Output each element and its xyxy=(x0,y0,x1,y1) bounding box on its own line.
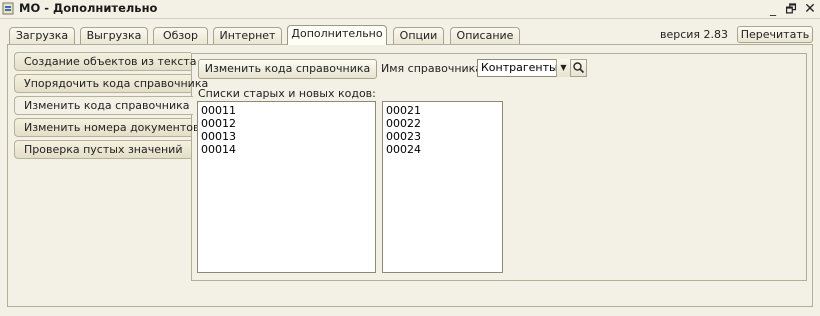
ref-name-label: Имя справочника: xyxy=(381,62,486,75)
app-icon xyxy=(2,2,14,15)
tab-overview[interactable]: Обзор xyxy=(153,27,208,44)
version-label: версия 2.83 xyxy=(660,28,729,41)
tab-internet[interactable]: Интернет xyxy=(213,27,282,44)
side-tab-check-empty[interactable]: Проверка пустых значений xyxy=(14,140,191,159)
ref-name-value: Контрагенты xyxy=(481,61,558,74)
tab-export[interactable]: Выгрузка xyxy=(80,27,148,44)
title-bar: МО - Дополнительно _ 🗗 ✕ xyxy=(0,0,820,19)
list-item[interactable]: 00024 xyxy=(386,143,502,156)
chevron-down-icon[interactable]: ▼ xyxy=(556,59,570,77)
maximize-button[interactable]: 🗗 xyxy=(783,1,799,17)
side-tab-change-doc-numbers[interactable]: Изменить номера документов xyxy=(14,118,199,137)
tab-additional[interactable]: Дополнительно xyxy=(287,25,387,45)
list-item[interactable]: 00011 xyxy=(201,104,375,117)
tab-options[interactable]: Опции xyxy=(393,27,444,44)
change-codes-button[interactable]: Изменить кода справочника xyxy=(198,59,377,79)
window-title: МО - Дополнительно xyxy=(19,1,158,15)
list-item[interactable]: 00014 xyxy=(201,143,375,156)
search-icon[interactable] xyxy=(570,59,587,77)
list-item[interactable]: 00021 xyxy=(386,104,502,117)
side-tab-create-objects[interactable]: Создание объектов из текста xyxy=(14,52,197,71)
list-item[interactable]: 00023 xyxy=(386,130,502,143)
old-codes-list[interactable]: 00011 00012 00013 00014 xyxy=(197,101,376,273)
list-item[interactable]: 00012 xyxy=(201,117,375,130)
list-item[interactable]: 00022 xyxy=(386,117,502,130)
side-tab-order-codes[interactable]: Упорядочить кода справочника xyxy=(14,74,208,93)
lists-label: Списки старых и новых кодов: xyxy=(198,87,376,100)
side-tab-change-codes[interactable]: Изменить кода справочника xyxy=(14,96,193,115)
reread-button[interactable]: Перечитать xyxy=(737,26,813,43)
list-item[interactable]: 00013 xyxy=(201,130,375,143)
tab-description[interactable]: Описание xyxy=(450,27,520,44)
new-codes-list[interactable]: 00021 00022 00023 00024 xyxy=(382,101,503,273)
close-button[interactable]: ✕ xyxy=(802,1,818,17)
tab-load[interactable]: Загрузка xyxy=(9,27,75,44)
minimize-button[interactable]: _ xyxy=(765,1,781,17)
